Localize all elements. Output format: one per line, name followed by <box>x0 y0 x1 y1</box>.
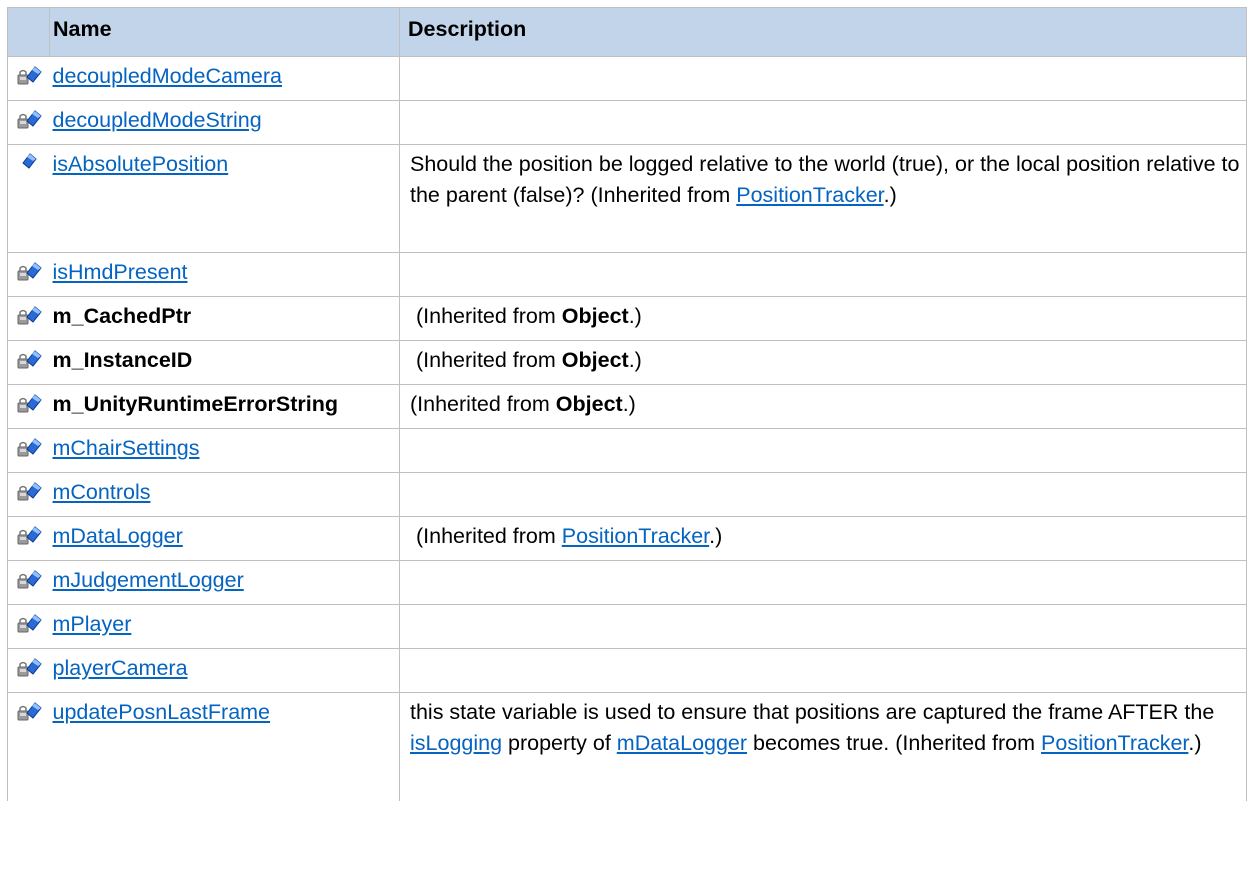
member-link-mDataLogger[interactable]: mDataLogger <box>53 524 183 548</box>
members-table: Name Description decoupledModeCamera dec… <box>7 7 1247 801</box>
table-row: mPlayer <box>7 604 1247 649</box>
member-link-decoupledModeCamera[interactable]: decoupledModeCamera <box>53 64 282 88</box>
protected-field-icon <box>17 658 42 677</box>
isLogging-link[interactable]: isLogging <box>410 731 502 755</box>
header-icon-cell <box>7 7 50 57</box>
description-cell: Should the position be logged relative t… <box>399 144 1247 253</box>
protected-field-icon <box>17 570 42 589</box>
member-link-decoupledModeString[interactable]: decoupledModeString <box>53 108 262 132</box>
protected-field-icon <box>17 394 42 413</box>
protected-field-icon <box>17 306 42 325</box>
protected-field-icon <box>17 262 42 281</box>
protected-field-icon <box>17 110 42 129</box>
table-row: mChairSettings <box>7 428 1247 473</box>
protected-field-icon <box>17 350 42 369</box>
member-link-isHmdPresent[interactable]: isHmdPresent <box>53 260 188 284</box>
table-row: mDataLogger (Inherited from PositionTrac… <box>7 516 1247 561</box>
member-name-m_InstanceID: m_InstanceID <box>52 348 193 372</box>
table-row: isHmdPresent <box>7 252 1247 297</box>
protected-field-icon <box>17 66 42 85</box>
table-row: m_UnityRuntimeErrorString (Inherited fro… <box>7 384 1247 429</box>
description-cell <box>399 472 1247 517</box>
protected-field-icon <box>17 702 42 721</box>
protected-field-icon <box>17 526 42 545</box>
member-link-mChairSettings[interactable]: mChairSettings <box>53 436 200 460</box>
table-row: updatePosnLastFrame this state variable … <box>7 692 1247 801</box>
table-row: decoupledModeCamera <box>7 56 1247 101</box>
table-row: decoupledModeString <box>7 100 1247 145</box>
protected-field-icon <box>17 614 42 633</box>
description-cell: (Inherited from Object.) <box>399 296 1247 341</box>
member-link-playerCamera[interactable]: playerCamera <box>53 656 188 680</box>
table-row: isAbsolutePosition Should the position b… <box>7 144 1247 253</box>
description-cell: (Inherited from Object.) <box>399 384 1247 429</box>
description-cell <box>399 252 1247 297</box>
member-link-isAbsolutePosition[interactable]: isAbsolutePosition <box>53 152 229 176</box>
description-cell: (Inherited from Object.) <box>399 340 1247 385</box>
member-link-mJudgementLogger[interactable]: mJudgementLogger <box>53 568 244 592</box>
inherited-name: Object <box>555 392 623 416</box>
table-row: m_InstanceID (Inherited from Object.) <box>7 340 1247 385</box>
inherited-name: Object <box>561 348 629 372</box>
description-cell: (Inherited from PositionTracker.) <box>399 516 1247 561</box>
header-description: Description <box>399 7 1247 57</box>
member-link-mPlayer[interactable]: mPlayer <box>53 612 132 636</box>
protected-field-icon <box>17 482 42 501</box>
description-cell <box>399 56 1247 101</box>
header-name: Name <box>49 7 400 57</box>
member-name-m_CachedPtr: m_CachedPtr <box>52 304 192 328</box>
inherited-link[interactable]: PositionTracker <box>1041 731 1188 755</box>
protected-field-icon <box>17 438 42 457</box>
member-name-m_UnityRuntimeErrorString: m_UnityRuntimeErrorString <box>52 392 339 416</box>
table-row: mControls <box>7 472 1247 517</box>
description-cell <box>399 428 1247 473</box>
inherited-link[interactable]: PositionTracker <box>562 524 709 548</box>
table-row: playerCamera <box>7 648 1247 693</box>
description-cell: this state variable is used to ensure th… <box>399 692 1247 801</box>
description-cell <box>399 604 1247 649</box>
public-field-icon <box>22 153 37 169</box>
member-link-mControls[interactable]: mControls <box>53 480 151 504</box>
description-cell <box>399 560 1247 605</box>
inherited-link[interactable]: PositionTracker <box>736 183 883 207</box>
header-row: Name Description <box>7 7 1247 57</box>
table-row: m_CachedPtr (Inherited from Object.) <box>7 296 1247 341</box>
table-row: mJudgementLogger <box>7 560 1247 605</box>
mDataLogger-link[interactable]: mDataLogger <box>617 731 747 755</box>
description-cell <box>399 648 1247 693</box>
description-cell <box>399 100 1247 145</box>
inherited-name: Object <box>561 304 629 328</box>
member-link-updatePosnLastFrame[interactable]: updatePosnLastFrame <box>53 700 271 724</box>
